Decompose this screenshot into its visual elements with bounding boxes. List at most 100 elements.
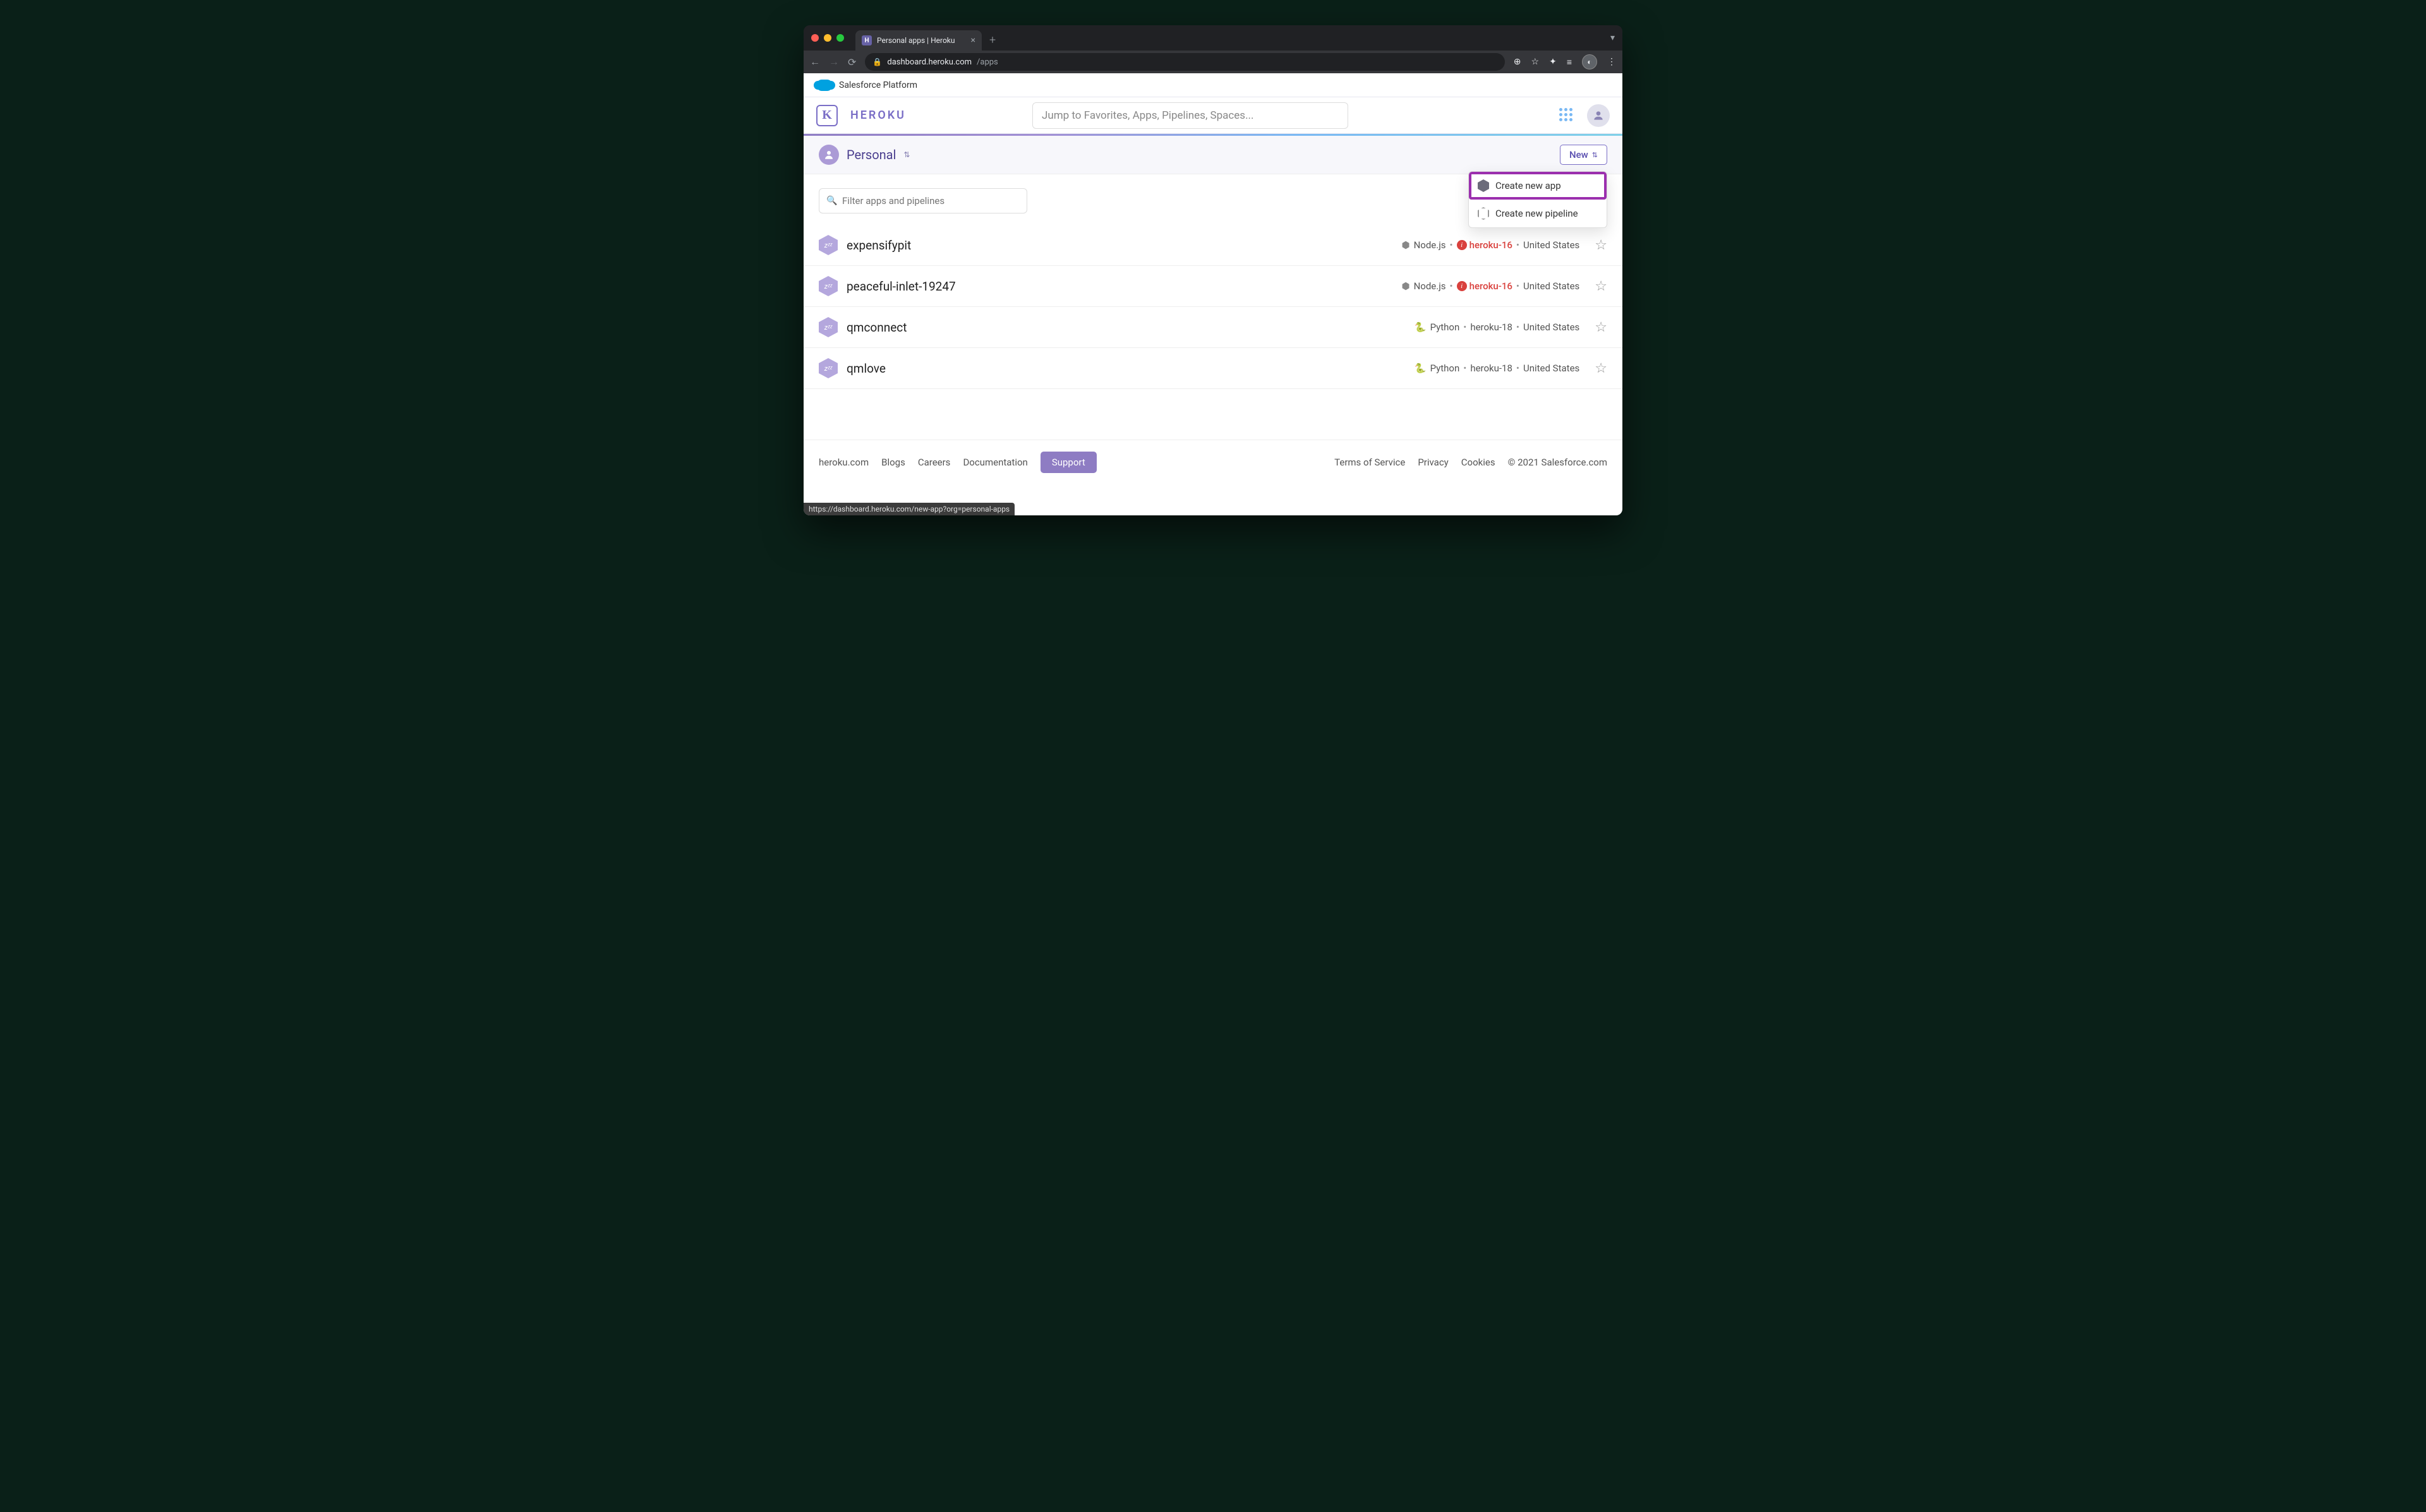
new-button-label: New [1569,149,1588,160]
back-icon[interactable]: ← [810,56,820,68]
heroku-header: K HEROKU [804,97,1622,134]
app-name[interactable]: qmconnect [847,320,907,335]
favorite-star-icon[interactable]: ☆ [1595,237,1607,253]
heroku-logo-icon[interactable]: K [816,105,838,126]
stack-label: heroku-18 [1470,321,1512,333]
app-region: United States [1523,280,1579,292]
nodejs-icon: ⬢ [1401,239,1409,251]
salesforce-cloud-icon [816,80,833,91]
separator: • [1463,363,1466,374]
app-hex-icon [1478,179,1489,192]
copyright: © 2021 Salesforce.com [1508,457,1607,468]
zoom-icon[interactable]: ⊕ [1514,57,1521,67]
support-button[interactable]: Support [1041,452,1097,473]
new-button[interactable]: New ⇅ [1560,145,1607,165]
close-window-icon[interactable] [811,34,819,42]
app-name[interactable]: peaceful-inlet-19247 [847,279,956,294]
new-tab-button[interactable]: + [989,33,996,47]
separator: • [1463,321,1466,333]
separator: • [1516,321,1519,333]
reload-icon[interactable]: ⟳ [848,56,856,68]
app-lang: Node.js [1414,280,1446,292]
profile-avatar-icon[interactable]: ◐ [1582,54,1597,69]
app-meta: ⬢ Node.js • iheroku-16 • United States [1401,239,1579,251]
minimize-window-icon[interactable] [824,34,831,42]
separator: • [1516,363,1519,374]
footer-link-docs[interactable]: Documentation [963,457,1027,468]
browser-tab[interactable]: H Personal apps | Heroku × [855,30,982,51]
kebab-menu-icon[interactable]: ⋮ [1607,57,1616,67]
create-app-label: Create new app [1495,180,1561,191]
stack-warning: iheroku-16 [1457,280,1512,292]
app-lang: Python [1430,321,1460,333]
app-name[interactable]: expensifypit [847,238,911,253]
favorite-star-icon[interactable]: ☆ [1595,320,1607,335]
footer-link-cookies[interactable]: Cookies [1461,457,1495,468]
tab-overflow-icon[interactable]: ▾ [1610,33,1615,43]
separator: • [1516,239,1519,251]
browser-window: H Personal apps | Heroku × + ▾ ← → ⟳ 🔒 d… [804,25,1622,515]
app-name[interactable]: qmlove [847,361,886,376]
extensions-icon[interactable]: ✦ [1549,57,1557,67]
python-icon: 🐍 [1415,321,1427,333]
window-controls [811,34,844,42]
app-lang: Node.js [1414,239,1446,251]
stack-label: heroku-16 [1469,280,1512,292]
url-path: /apps [977,57,998,67]
footer-link-privacy[interactable]: Privacy [1418,457,1448,468]
browser-tabbar: H Personal apps | Heroku × + ▾ [804,25,1622,51]
apps-grid-icon[interactable] [1559,108,1574,123]
stack-warning: iheroku-16 [1457,239,1512,251]
heroku-favicon-icon: H [862,35,872,45]
footer-link-careers[interactable]: Careers [918,457,951,468]
jump-search-input[interactable] [1032,102,1348,129]
pipeline-hex-icon [1478,207,1489,220]
lock-icon: 🔒 [872,57,882,66]
filter-input[interactable] [819,188,1027,213]
reading-list-icon[interactable]: ≡ [1567,57,1572,68]
forward-icon: → [829,56,839,68]
footer-link-blogs[interactable]: Blogs [881,457,905,468]
app-hex-icon: zᶻᶻ [819,317,838,337]
app-meta: ⬢Node.js•iheroku-16•United States [1401,280,1579,292]
salesforce-platform-bar: Salesforce Platform [804,73,1622,97]
address-bar[interactable]: 🔒 dashboard.heroku.com/apps [865,53,1504,71]
browser-toolbar: ← → ⟳ 🔒 dashboard.heroku.com/apps ⊕ ☆ ✦ … [804,51,1622,73]
app-row[interactable]: zᶻᶻpeaceful-inlet-19247⬢Node.js•iheroku-… [804,266,1622,307]
favorite-star-icon[interactable]: ☆ [1595,361,1607,376]
footer: heroku.com Blogs Careers Documentation S… [804,440,1622,484]
app-row[interactable]: zᶻᶻ expensifypit ⬢ Node.js • iheroku-16 • Unite… [804,225,1622,266]
app-row[interactable]: zᶻᶻqmlove🐍Python•heroku-18•United States… [804,348,1622,389]
app-meta: 🐍Python•heroku-18•United States [1415,321,1579,333]
app-hex-icon: zᶻᶻ [819,358,838,378]
stack-label: heroku-16 [1469,239,1512,251]
create-new-pipeline-item[interactable]: Create new pipeline [1469,200,1607,227]
app-region: United States [1523,239,1579,251]
footer-link-heroku[interactable]: heroku.com [819,457,869,468]
scope-chevron-icon[interactable]: ⇅ [903,150,910,159]
nodejs-icon: ⬢ [1401,280,1409,292]
url-domain: dashboard.heroku.com [887,57,972,67]
heroku-brand: HEROKU [850,109,906,122]
tab-close-icon[interactable]: × [971,35,975,45]
create-new-app-item[interactable]: Create new app [1469,172,1607,200]
app-row[interactable]: zᶻᶻqmconnect🐍Python•heroku-18•United Sta… [804,307,1622,348]
maximize-window-icon[interactable] [836,34,844,42]
separator: • [1450,239,1453,251]
create-pipeline-label: Create new pipeline [1495,208,1578,219]
info-icon: i [1457,240,1467,250]
search-icon: 🔍 [826,196,837,206]
python-icon: 🐍 [1415,363,1427,374]
app-list: zᶻᶻexpensifypit⬢Node.js•iheroku-16•Unite… [804,225,1622,389]
info-icon: i [1457,281,1467,291]
footer-link-tos[interactable]: Terms of Service [1334,457,1405,468]
personal-scope-icon [819,145,839,165]
bookmark-star-icon[interactable]: ☆ [1531,57,1540,67]
new-dropdown: Create new app Create new pipeline [1468,171,1607,228]
app-lang: Python [1430,363,1460,374]
user-avatar-icon[interactable] [1587,104,1610,127]
app-region: United States [1523,321,1579,333]
scope-label[interactable]: Personal [847,147,896,162]
app-hex-icon: zᶻᶻ [819,235,838,255]
favorite-star-icon[interactable]: ☆ [1595,279,1607,294]
